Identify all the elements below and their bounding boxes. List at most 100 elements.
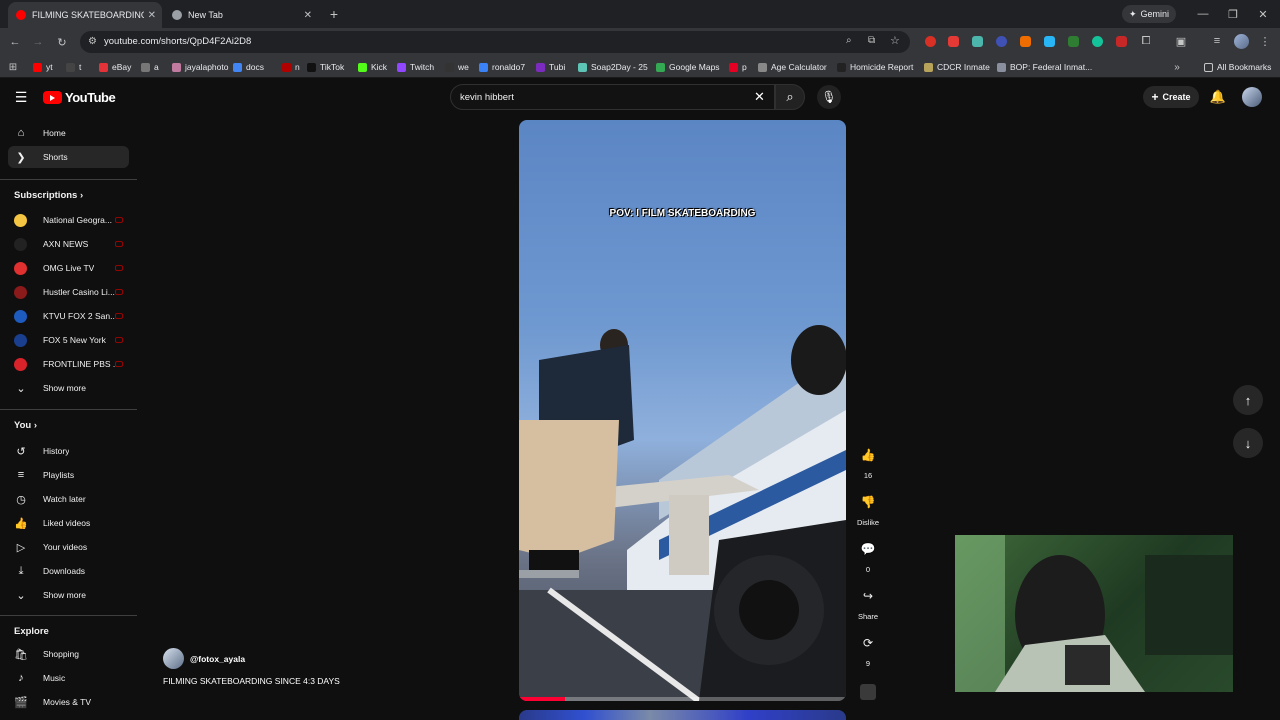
bookmark-item[interactable]: Tubi bbox=[536, 58, 565, 76]
all-bookmarks-folder[interactable]: All Bookmarks bbox=[1204, 58, 1271, 76]
show-more-you[interactable]: ⌄ Show more bbox=[8, 584, 129, 606]
site-info-icon[interactable]: ⚙ bbox=[88, 36, 97, 47]
close-tab-icon[interactable]: ✕ bbox=[148, 10, 156, 21]
bookmark-item[interactable]: Kick bbox=[358, 58, 387, 76]
search-button[interactable]: ⌕ bbox=[775, 84, 805, 110]
channel-avatar[interactable] bbox=[163, 648, 184, 669]
extension-icon[interactable] bbox=[1044, 36, 1055, 47]
bookmark-item[interactable]: we bbox=[445, 58, 469, 76]
short-video-player[interactable]: POV: I FILM SKATEBOARDING bbox=[519, 120, 846, 701]
bookmark-star-icon[interactable]: ☆ bbox=[890, 34, 900, 47]
channel-handle[interactable]: @fotox_ayala bbox=[190, 654, 245, 664]
bookmark-item[interactable]: n bbox=[282, 58, 300, 76]
explore-header[interactable]: Explore bbox=[14, 626, 49, 637]
sidebar-item-history[interactable]: ↺ History bbox=[8, 440, 129, 462]
search-input[interactable]: kevin hibbert bbox=[460, 92, 514, 103]
sidebar-item-watch-later[interactable]: ◷ Watch later bbox=[8, 488, 129, 510]
sidebar-item-home[interactable]: ⌂ Home bbox=[8, 122, 129, 144]
bookmark-item[interactable]: TikTok bbox=[307, 58, 344, 76]
back-arrow-icon[interactable]: ← bbox=[8, 35, 22, 49]
sidebar-subscription-item[interactable]: National Geogra... bbox=[8, 209, 129, 231]
sidebar-item-your-videos[interactable]: ▷ Your videos bbox=[8, 536, 129, 558]
sidebar-subscription-item[interactable]: FRONTLINE PBS ... bbox=[8, 353, 129, 375]
bookmark-item[interactable]: jayalaphoto bbox=[172, 58, 228, 76]
address-bar[interactable]: ⚙ youtube.com/shorts/QpD4F2Ai2D8 ⌕ ⧉ ☆ bbox=[80, 31, 910, 53]
bookmark-item[interactable]: docs bbox=[233, 58, 264, 76]
sidebar-subscription-item[interactable]: Hustler Casino Li... bbox=[8, 281, 129, 303]
previous-short-button[interactable]: ↑ bbox=[1233, 385, 1263, 415]
search-input-box[interactable]: kevin hibbert ✕ bbox=[450, 84, 775, 110]
show-more-subscriptions[interactable]: ⌄ Show more bbox=[8, 377, 129, 399]
extension-icon[interactable] bbox=[1116, 36, 1127, 47]
extension-icon[interactable] bbox=[996, 36, 1007, 47]
sound-thumbnail-icon[interactable] bbox=[860, 684, 876, 700]
tab-search-icon[interactable]: ≡ bbox=[1210, 34, 1224, 48]
sidebar-item-downloads[interactable]: ⤓ Downloads bbox=[8, 560, 129, 582]
zoom-icon[interactable]: ⌕ bbox=[846, 35, 852, 46]
you-header[interactable]: You › bbox=[14, 420, 37, 431]
new-tab-plus-icon[interactable]: + bbox=[327, 6, 341, 22]
window-close-icon[interactable]: ✕ bbox=[1256, 7, 1270, 21]
more-bookmarks-chevron-icon[interactable]: » bbox=[1170, 60, 1184, 74]
like-button[interactable]: 👍 16 bbox=[853, 444, 883, 480]
sidebar-item-shopping[interactable]: 🛍 Shopping bbox=[8, 643, 129, 665]
bookmark-item[interactable]: a bbox=[141, 58, 159, 76]
share-button[interactable]: ↪ Share bbox=[853, 585, 883, 621]
bookmark-item[interactable]: BOP: Federal Inmat... bbox=[997, 58, 1092, 76]
sidebar-subscription-item[interactable]: AXN NEWS bbox=[8, 233, 129, 255]
account-avatar[interactable] bbox=[1242, 87, 1262, 107]
next-short-preview[interactable] bbox=[519, 710, 846, 720]
clear-search-icon[interactable]: ✕ bbox=[754, 89, 765, 105]
tab-new-tab[interactable]: New Tab ✕ bbox=[164, 2, 318, 28]
restore-icon[interactable]: ❐ bbox=[1226, 7, 1240, 21]
close-tab-icon[interactable]: ✕ bbox=[304, 10, 312, 21]
sidebar-subscription-item[interactable]: FOX 5 New York bbox=[8, 329, 129, 351]
browser-menu-icon[interactable]: ⋮ bbox=[1258, 34, 1272, 48]
subscriptions-header[interactable]: Subscriptions › bbox=[14, 190, 83, 201]
bookmark-item[interactable]: ronaldo7 bbox=[479, 58, 525, 76]
bookmark-item[interactable]: CDCR Inmate bbox=[924, 58, 990, 76]
dislike-button[interactable]: 👎 Dislike bbox=[853, 491, 883, 527]
bookmark-item[interactable]: Google Maps bbox=[656, 58, 720, 76]
grammarly-icon[interactable] bbox=[1092, 36, 1103, 47]
next-short-button[interactable]: ↓ bbox=[1233, 428, 1263, 458]
profile-avatar[interactable] bbox=[1234, 34, 1249, 49]
bookmark-item[interactable]: eBay bbox=[99, 58, 131, 76]
comments-button[interactable]: 💬 0 bbox=[853, 538, 883, 574]
bookmark-item[interactable]: Soap2Day - 25 bbox=[578, 58, 648, 76]
remix-button[interactable]: ⟳ 9 bbox=[853, 632, 883, 668]
create-button[interactable]: + Create bbox=[1143, 86, 1199, 108]
voice-search-button[interactable]: 🎙 bbox=[817, 85, 841, 109]
sidebar-item-liked-videos[interactable]: 👍 Liked videos bbox=[8, 512, 129, 534]
minimize-icon[interactable]: — bbox=[1196, 7, 1210, 21]
bookmark-item[interactable]: Twitch bbox=[397, 58, 434, 76]
apps-grid-icon[interactable]: ⊞ bbox=[6, 60, 20, 74]
notifications-bell-icon[interactable]: 🔔 bbox=[1210, 89, 1226, 104]
youtube-logo[interactable]: YouTube bbox=[43, 90, 116, 105]
reload-icon[interactable]: ↻ bbox=[55, 35, 69, 49]
tab-youtube-short[interactable]: FILMING SKATEBOARDING SINCE ✕ bbox=[8, 2, 162, 28]
extensions-puzzle-icon[interactable]: ⧠ bbox=[1139, 34, 1153, 48]
extension-icon[interactable] bbox=[1020, 36, 1031, 47]
bookmark-item[interactable]: Age Calculator bbox=[758, 58, 827, 76]
sidebar-item-movies[interactable]: 🎬 Movies & TV bbox=[8, 691, 129, 713]
extension-icon[interactable] bbox=[948, 36, 959, 47]
sidebar-subscription-item[interactable]: OMG Live TV bbox=[8, 257, 129, 279]
hamburger-menu-icon[interactable]: ☰ bbox=[14, 89, 28, 105]
extension-icon[interactable] bbox=[1068, 36, 1079, 47]
extension-icon[interactable] bbox=[972, 36, 983, 47]
bookmark-item[interactable]: yt bbox=[33, 58, 53, 76]
bookmark-item[interactable]: t bbox=[66, 58, 81, 76]
url-text[interactable]: youtube.com/shorts/QpD4F2Ai2D8 bbox=[104, 36, 251, 47]
sidebar-item-shorts[interactable]: ❯ Shorts bbox=[8, 146, 129, 168]
sidebar-item-playlists[interactable]: ≡ Playlists bbox=[8, 464, 129, 486]
sidebar-subscription-item[interactable]: KTVU FOX 2 San... bbox=[8, 305, 129, 327]
bookmark-item[interactable]: p bbox=[729, 58, 747, 76]
forward-arrow-icon[interactable]: → bbox=[31, 35, 45, 49]
bookmark-item[interactable]: Homicide Report bbox=[837, 58, 913, 76]
extension-icon[interactable] bbox=[925, 36, 936, 47]
cast-icon[interactable]: ⧉ bbox=[868, 35, 875, 46]
sidebar-item-music[interactable]: ♪ Music bbox=[8, 667, 129, 689]
video-progress-track[interactable] bbox=[519, 697, 846, 701]
gemini-button[interactable]: ✦ Gemini bbox=[1122, 5, 1176, 23]
